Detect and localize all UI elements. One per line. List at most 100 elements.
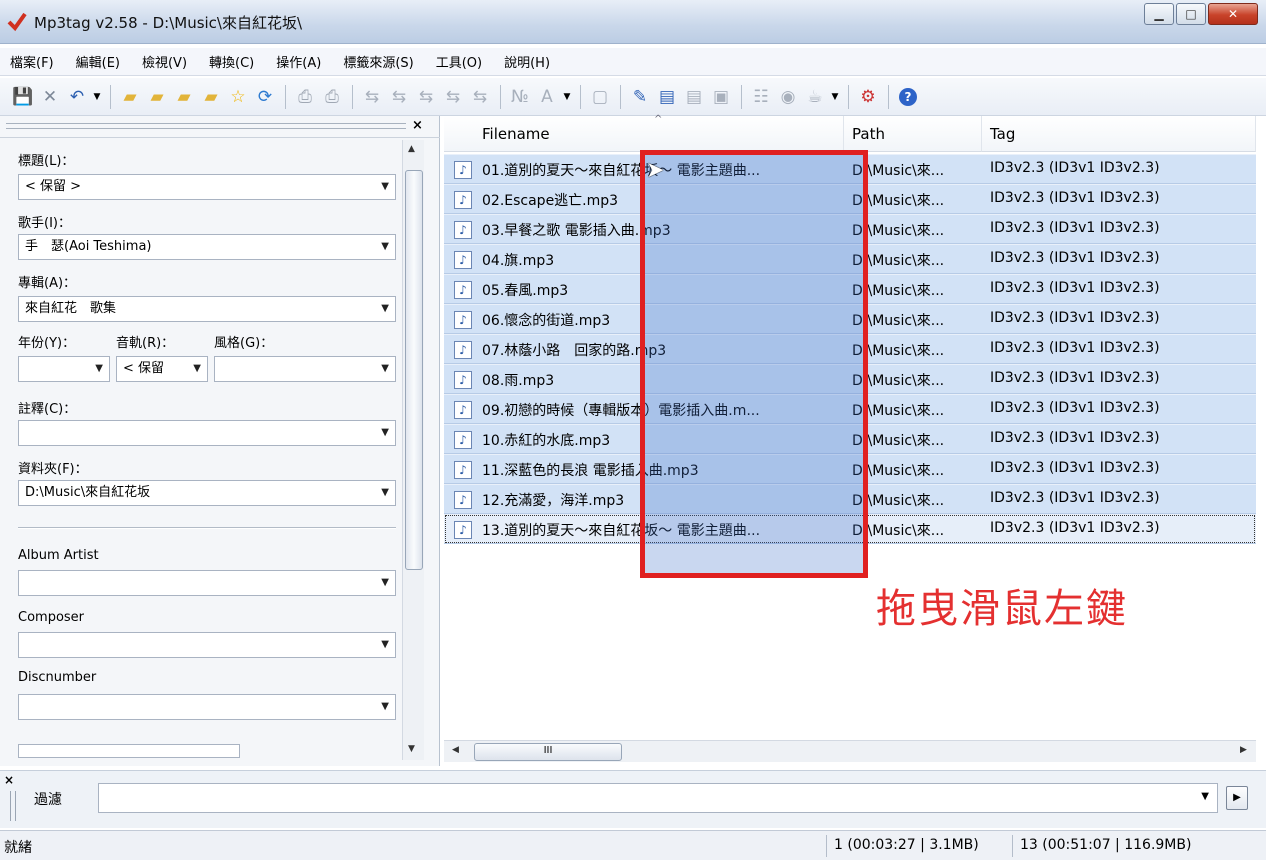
chevron-down-icon[interactable]: ▼ (381, 235, 389, 259)
maximize-button[interactable]: □ (1176, 3, 1206, 25)
column-tag[interactable]: Tag (982, 116, 1256, 152)
chevron-down-icon[interactable]: ▼ (1201, 791, 1209, 802)
menu-file[interactable]: 檔案(F) (8, 50, 56, 73)
menu-view[interactable]: 檢視(V) (140, 50, 189, 73)
tag-filename-icon[interactable]: ⇆ (359, 84, 385, 110)
row-tag: ID3v2.3 (ID3v1 ID3v2.3) (990, 310, 1160, 326)
cd-icon[interactable]: ◉ (775, 84, 801, 110)
open-folder-icon[interactable]: ▰ (171, 84, 197, 110)
row-tag: ID3v2.3 (ID3v1 ID3v2.3) (990, 490, 1160, 506)
column-path[interactable]: Path (844, 116, 982, 152)
artist-field[interactable]: 手 瑟(Aoi Teshima) ▼ (18, 234, 396, 260)
add-directory-icon[interactable]: ▰ (144, 84, 170, 110)
undo-icon[interactable]: ↶ (64, 84, 90, 110)
filter-grip[interactable] (10, 791, 16, 821)
print-icon[interactable]: ⎙ (292, 84, 318, 110)
filter-close-icon[interactable]: × (4, 773, 14, 787)
row-path: D:\Music\來... (852, 523, 945, 539)
scroll-down-icon[interactable]: ▼ (408, 744, 415, 754)
menu-tools[interactable]: 工具(O) (434, 50, 484, 73)
remove-tag-icon[interactable]: ✕ (37, 84, 63, 110)
extended-tags-icon[interactable]: ▢ (587, 84, 613, 110)
genre-field[interactable]: ▼ (214, 356, 396, 382)
menu-bar: 檔案(F) 編輯(E) 檢視(V) 轉換(C) 操作(A) 標籤來源(S) 工具… (0, 48, 1266, 76)
minimize-button[interactable]: ▁ (1144, 3, 1174, 25)
help-icon[interactable]: ? (895, 84, 921, 110)
favorites-icon[interactable]: ☆ (225, 84, 251, 110)
album-field[interactable]: 來自紅花 歌集 ▼ (18, 296, 396, 322)
filter-apply-button[interactable]: ▶ (1226, 786, 1248, 810)
toolbar-separator (848, 84, 849, 109)
partial-field[interactable] (18, 744, 240, 758)
chevron-down-icon[interactable]: ▼ (381, 421, 389, 445)
track-value: < 保留 (123, 361, 165, 376)
panel-grip[interactable] (6, 123, 406, 129)
chevron-down-icon[interactable]: ▼ (381, 633, 389, 657)
menu-tag-sources[interactable]: 標籤來源(S) (341, 50, 415, 73)
toolbar: 💾 ✕ ↶ ▼ ▰ ▰ ▰ ▰ ☆ ⟳ ⎙ ⎙ ⇆ ⇆ ⇆ ⇆ ⇆ № A ▼ … (0, 78, 1266, 116)
chevron-down-icon[interactable]: ▼ (95, 357, 103, 381)
composer-field[interactable]: ▼ (18, 632, 396, 658)
album-artist-field[interactable]: ▼ (18, 570, 396, 596)
import-icon[interactable]: ▤ (681, 84, 707, 110)
genre-label: 風格(G)： (214, 336, 274, 351)
chevron-down-icon[interactable]: ▼ (381, 481, 389, 505)
case-dropdown-icon[interactable]: ▼ (561, 84, 573, 110)
row-path: D:\Music\來... (852, 193, 945, 209)
undo-dropdown-icon[interactable]: ▼ (91, 84, 103, 110)
horizontal-scrollbar[interactable]: ◀ III ▶ (444, 740, 1256, 762)
chevron-down-icon[interactable]: ▼ (381, 571, 389, 595)
coffee-dropdown-icon[interactable]: ▼ (829, 84, 841, 110)
directory-field[interactable]: D:\Music\來自紅花坂 ▼ (18, 480, 396, 506)
close-button[interactable]: ✕ (1208, 3, 1258, 25)
scroll-left-icon[interactable]: ◀ (452, 745, 459, 755)
add-folder-icon[interactable]: ▰ (198, 84, 224, 110)
discnumber-field[interactable]: ▼ (18, 694, 396, 720)
music-file-icon: ♪ (454, 281, 472, 299)
scroll-right-icon[interactable]: ▶ (1240, 745, 1247, 755)
track-field[interactable]: < 保留 ▼ (116, 356, 208, 382)
options-icon[interactable]: ⚙ (855, 84, 881, 110)
menu-convert[interactable]: 轉換(C) (207, 50, 256, 73)
chevron-down-icon[interactable]: ▼ (381, 695, 389, 719)
filename-tag-icon[interactable]: ⇆ (386, 84, 412, 110)
text-file-tag-icon[interactable]: ⇆ (440, 84, 466, 110)
tag-panel-scrollbar[interactable]: ▲ ▼ (402, 140, 424, 760)
comment-label: 註釋(C)： (18, 402, 77, 417)
music-file-icon: ♪ (454, 341, 472, 359)
column-filename[interactable]: Filename (444, 116, 844, 152)
web-source-icon[interactable]: ☷ (748, 84, 774, 110)
refresh-icon[interactable]: ⟳ (252, 84, 278, 110)
year-field[interactable]: ▼ (18, 356, 110, 382)
save-icon[interactable]: 💾 (10, 84, 36, 110)
case-conversion-icon[interactable]: A (534, 84, 560, 110)
row-tag: ID3v2.3 (ID3v1 ID3v2.3) (990, 280, 1160, 296)
tag-panel-close-icon[interactable]: × (412, 118, 423, 133)
chevron-down-icon[interactable]: ▼ (381, 175, 389, 199)
tag-tag-icon[interactable]: ⇆ (467, 84, 493, 110)
chevron-down-icon[interactable]: ▼ (193, 357, 201, 381)
chevron-down-icon[interactable]: ▼ (381, 357, 389, 381)
change-directory-icon[interactable]: ▰ (117, 84, 143, 110)
coffee-icon[interactable]: ☕ (802, 84, 828, 110)
autonumber-icon[interactable]: № (507, 84, 533, 110)
actions-icon[interactable]: ✎ (627, 84, 653, 110)
playlist-icon[interactable]: ▣ (708, 84, 734, 110)
scroll-thumb[interactable] (405, 170, 423, 570)
h-scroll-thumb[interactable]: III (474, 743, 622, 761)
filename-filename-icon[interactable]: ⇆ (413, 84, 439, 110)
scroll-up-icon[interactable]: ▲ (408, 144, 415, 154)
music-file-icon: ♪ (454, 161, 472, 179)
print2-icon[interactable]: ⎙ (319, 84, 345, 110)
menu-help[interactable]: 說明(H) (502, 50, 552, 73)
comment-field[interactable]: ▼ (18, 420, 396, 446)
export-icon[interactable]: ▤ (654, 84, 680, 110)
menu-actions[interactable]: 操作(A) (274, 50, 323, 73)
menu-edit[interactable]: 編輯(E) (74, 50, 122, 73)
filter-label: 過濾 (34, 792, 62, 808)
directory-value: D:\Music\來自紅花坂 (25, 485, 151, 500)
filter-input[interactable]: ▼ (98, 783, 1218, 813)
status-ready: 就緒 (4, 840, 32, 856)
chevron-down-icon[interactable]: ▼ (381, 297, 389, 321)
title-field[interactable]: < 保留 > ▼ (18, 174, 396, 200)
